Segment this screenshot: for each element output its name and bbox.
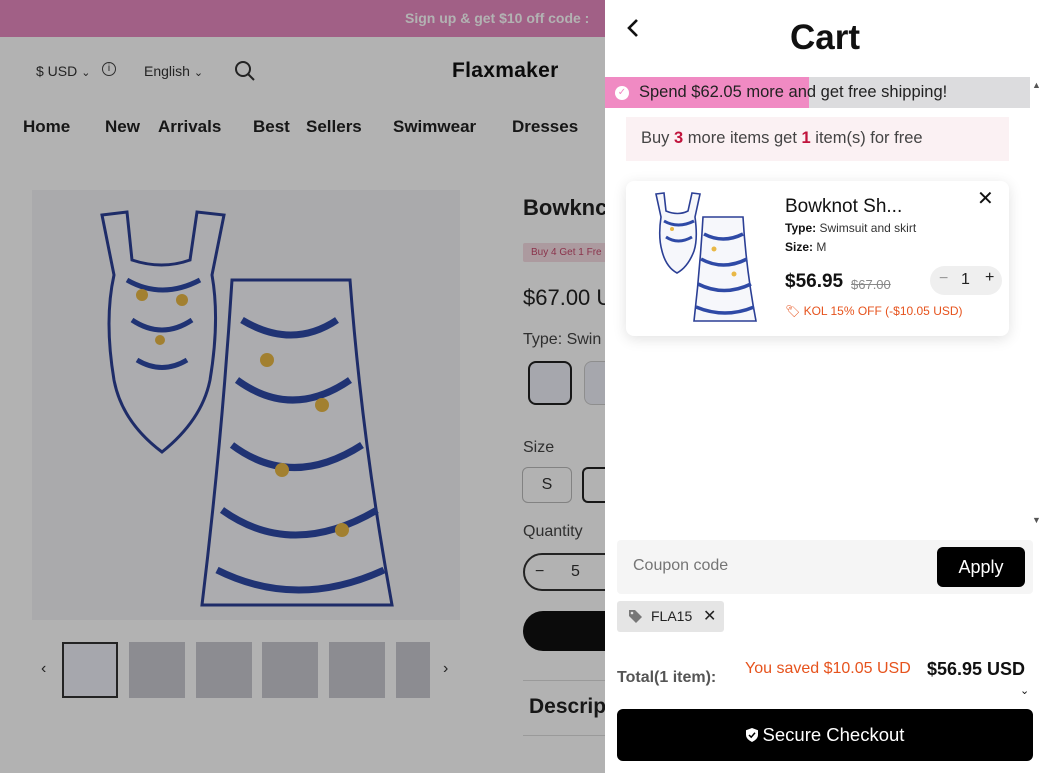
- cart-item-price: $56.95: [785, 271, 844, 292]
- cart-item-image[interactable]: [648, 189, 758, 324]
- remove-coupon-icon[interactable]: ✕: [703, 606, 716, 626]
- checkout-label: Secure Checkout: [762, 724, 905, 745]
- cart-item-size: Size: M: [785, 240, 827, 254]
- coupon-input[interactable]: [621, 548, 926, 584]
- total-amount: $56.95 USD: [927, 659, 1026, 679]
- secure-checkout-button[interactable]: Secure Checkout: [617, 709, 1033, 761]
- check-icon: ✓: [615, 86, 629, 100]
- applied-coupon-chip: FLA15 ✕: [617, 601, 724, 632]
- decrease-quantity-icon[interactable]: −: [939, 270, 948, 288]
- coupon-section: Apply: [617, 540, 1033, 594]
- cart-drawer: Cart ✓ Spend $62.05 more and get free sh…: [605, 0, 1045, 773]
- cart-item-type: Type: Swimsuit and skirt: [785, 221, 917, 235]
- quantity-stepper: − 1 +: [930, 266, 1002, 295]
- free-shipping-progress: ✓ Spend $62.05 more and get free shippin…: [605, 77, 1030, 108]
- quantity-value: 1: [961, 271, 970, 288]
- scroll-up-icon[interactable]: ▲: [1032, 80, 1041, 90]
- remove-item-icon[interactable]: ✕: [977, 186, 994, 211]
- increase-quantity-icon[interactable]: +: [985, 269, 994, 287]
- savings-text: You saved $10.05 USD: [745, 660, 911, 677]
- cart-item: Bowknot Sh... ✕ Type: Swimsuit and skirt…: [626, 181, 1009, 336]
- shield-icon: [745, 728, 758, 742]
- shipping-message: Spend $62.05 more and get free shipping!: [639, 83, 948, 101]
- page-overlay[interactable]: [0, 0, 605, 773]
- scroll-down-icon[interactable]: ▼: [1032, 515, 1041, 525]
- bundle-offer-message: Buy 3 more items get 1 item(s) for free: [626, 117, 1009, 161]
- cart-item-original-price: $67.00: [851, 277, 891, 292]
- apply-coupon-button[interactable]: Apply: [937, 547, 1025, 587]
- discount-label: 🏷 KOL 15% OFF (-$10.05 USD): [785, 304, 963, 318]
- total-label: Total(1 item):: [617, 669, 717, 686]
- cart-title: Cart: [789, 18, 861, 57]
- coupon-code: FLA15: [651, 608, 693, 624]
- tag-icon: [629, 610, 642, 623]
- items-needed-count: 3: [674, 129, 684, 147]
- cart-item-name[interactable]: Bowknot Sh...: [785, 196, 902, 218]
- chevron-down-icon[interactable]: ⌄: [1020, 684, 1029, 697]
- tag-icon: 🏷: [785, 304, 801, 318]
- free-items-count: 1: [801, 129, 811, 147]
